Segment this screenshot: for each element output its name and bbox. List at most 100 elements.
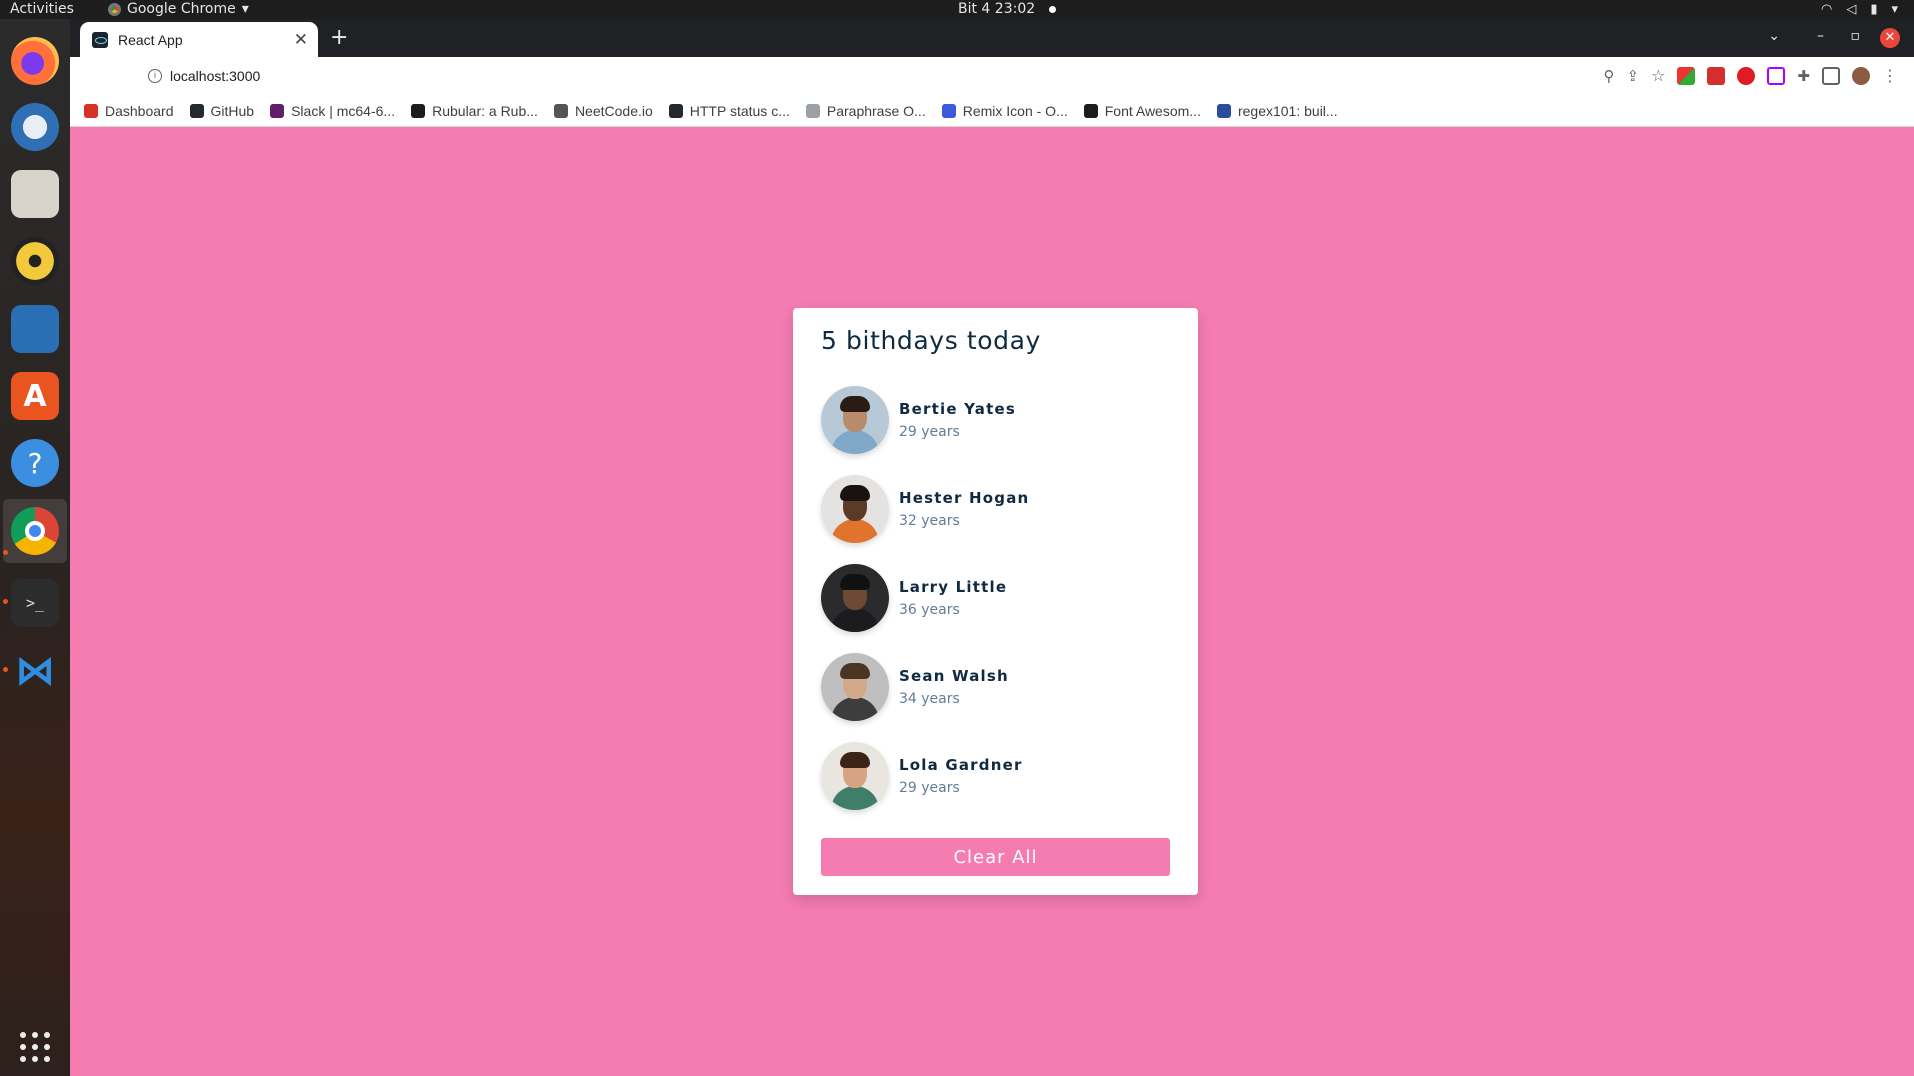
person-item: Hester Hogan 32 years — [821, 464, 1170, 553]
system-top-bar: Activities Google Chrome ▾ Bit 4 23:02 ◠… — [0, 0, 1914, 19]
tab-search-icon[interactable]: ⌄ — [1768, 28, 1780, 44]
notification-dot-icon — [1049, 6, 1057, 13]
bookmark-favicon-icon — [84, 103, 98, 118]
bookmark-item[interactable]: NeetCode.io — [553, 102, 653, 119]
clock-label: Bit 4 23:02 — [958, 1, 1036, 17]
show-applications-icon[interactable] — [20, 1032, 50, 1062]
tab-react-app[interactable]: React App ✕ — [80, 22, 318, 57]
bookmark-item[interactable]: Remix Icon - O... — [941, 102, 1068, 119]
rhythmbox-icon[interactable] — [11, 237, 59, 285]
bookmark-item[interactable]: GitHub — [189, 103, 254, 119]
software-center-icon[interactable]: A — [11, 372, 59, 420]
bookmark-label: Paraphrase O... — [826, 102, 926, 119]
person-item: Larry Little 36 years — [821, 553, 1170, 642]
chrome-icon — [11, 507, 59, 555]
person-age: 32 years — [899, 512, 960, 529]
bookmark-favicon-icon — [411, 103, 426, 118]
thunderbird-icon[interactable] — [11, 103, 59, 151]
bookmark-star-icon[interactable]: ☆ — [1651, 66, 1665, 85]
chrome-icon — [108, 3, 121, 16]
wifi-icon: ◠ — [1820, 2, 1833, 17]
avatar — [821, 652, 889, 721]
maximize-button[interactable]: ▫ — [1851, 28, 1861, 44]
avatar — [821, 741, 889, 810]
tab-title: React App — [118, 31, 183, 48]
extensions-puzzle-icon[interactable]: ✚ — [1797, 67, 1810, 85]
person-age: 29 years — [899, 779, 960, 796]
profile-avatar-icon[interactable] — [1852, 66, 1870, 85]
page-title: 5 bithdays today — [821, 326, 1041, 355]
person-name: Hester Hogan — [899, 488, 1030, 507]
person-info: Hester Hogan 32 years — [899, 489, 1029, 529]
bookmark-favicon-icon — [270, 103, 285, 118]
person-item: Sean Walsh 34 years — [821, 642, 1170, 731]
bookmark-item[interactable]: HTTP status c... — [668, 102, 790, 119]
bookmark-item[interactable]: Paraphrase O... — [805, 102, 926, 119]
side-panel-icon[interactable] — [1822, 66, 1840, 85]
clock[interactable]: Bit 4 23:02 — [958, 0, 1057, 19]
bookmark-label: NeetCode.io — [574, 102, 653, 119]
person-name: Bertie Yates — [899, 399, 1016, 418]
writer-icon[interactable] — [11, 305, 59, 353]
minimize-button[interactable]: – — [1817, 28, 1824, 44]
vscode-icon[interactable]: ⋈ — [11, 647, 59, 695]
bookmark-item[interactable]: Dashboard — [84, 103, 174, 119]
people-list: Bertie Yates 29 years Hester Hogan 32 years… — [821, 375, 1170, 820]
chrome-dock-item[interactable] — [3, 499, 67, 563]
help-icon[interactable]: ? — [11, 439, 59, 487]
bookmark-item[interactable]: regex101: buil... — [1216, 102, 1338, 119]
bookmark-item[interactable]: Rubular: a Rub... — [411, 103, 538, 119]
avatar — [821, 563, 889, 632]
tab-strip: React App ✕ + ⌄ – ▫ ✕ — [70, 19, 1914, 57]
clear-all-button[interactable]: Clear All — [821, 838, 1170, 876]
bookmark-favicon-icon — [1083, 103, 1098, 118]
files-icon[interactable] — [11, 170, 59, 218]
person-info: Lola Gardner 29 years — [899, 756, 1023, 796]
running-indicator — [3, 599, 8, 604]
avatar — [821, 474, 889, 543]
running-indicator — [3, 550, 8, 555]
site-info-icon[interactable]: i — [148, 69, 162, 83]
bookmark-favicon-icon — [805, 103, 820, 118]
person-age: 29 years — [899, 423, 960, 440]
browser-toolbar: ← → ↻ i localhost:3000 ⚲ ⇪ ☆ ✚ ⋮ — [70, 57, 1914, 95]
share-icon[interactable]: ⇪ — [1627, 67, 1640, 85]
person-item: Bertie Yates 29 years — [821, 375, 1170, 464]
close-window-button[interactable]: ✕ — [1880, 28, 1900, 48]
terminal-icon[interactable]: >_ — [11, 579, 59, 627]
activities-button[interactable]: Activities — [10, 0, 74, 19]
bookmark-label: regex101: buil... — [1237, 102, 1338, 119]
person-info: Sean Walsh 34 years — [899, 667, 1009, 707]
bookmark-favicon-icon — [189, 103, 204, 118]
bookmark-favicon-icon — [668, 103, 683, 118]
person-age: 34 years — [899, 690, 960, 707]
bookmark-favicon-icon — [1216, 103, 1231, 118]
zoom-icon[interactable]: ⚲ — [1604, 67, 1615, 85]
birthday-card: 5 bithdays today Bertie Yates 29 years Hes… — [793, 308, 1198, 895]
avatar — [821, 385, 889, 454]
person-name: Larry Little — [899, 577, 1008, 596]
extension-red-icon[interactable] — [1707, 66, 1726, 85]
extension-purple-icon[interactable] — [1767, 66, 1786, 85]
extension-opera-icon[interactable] — [1737, 66, 1756, 85]
bookmark-item[interactable]: Font Awesom... — [1083, 103, 1201, 119]
app-menu[interactable]: Google Chrome ▾ — [108, 0, 249, 19]
system-tray[interactable]: ◠ ◁ ▮ ▾ — [1821, 0, 1898, 19]
extensions-area: ⚲ ⇪ ☆ ✚ ⋮ — [1604, 66, 1899, 85]
address-bar[interactable]: i localhost:3000 — [70, 61, 1530, 91]
app-menu-label: Google Chrome — [127, 1, 236, 17]
bookmark-label: Dashboard — [105, 102, 174, 119]
bookmark-label: Rubular: a Rub... — [432, 102, 538, 119]
url-text: localhost:3000 — [170, 68, 261, 84]
browser-window: React App ✕ + ⌄ – ▫ ✕ ← → ↻ i localhost:… — [70, 19, 1914, 127]
close-tab-icon[interactable]: ✕ — [294, 30, 308, 50]
battery-icon: ▮ — [1870, 2, 1878, 17]
bookmark-label: Remix Icon - O... — [962, 102, 1068, 119]
bookmarks-bar: Dashboard GitHub Slack | mc64-6... Rubular:… — [70, 95, 1914, 127]
bookmark-item[interactable]: Slack | mc64-6... — [270, 103, 395, 119]
extension-colorzilla-icon[interactable] — [1677, 66, 1696, 85]
bookmark-label: HTTP status c... — [689, 102, 790, 119]
new-tab-button[interactable]: + — [330, 27, 348, 49]
firefox-icon[interactable] — [11, 37, 59, 85]
menu-kebab-icon[interactable]: ⋮ — [1882, 66, 1898, 85]
